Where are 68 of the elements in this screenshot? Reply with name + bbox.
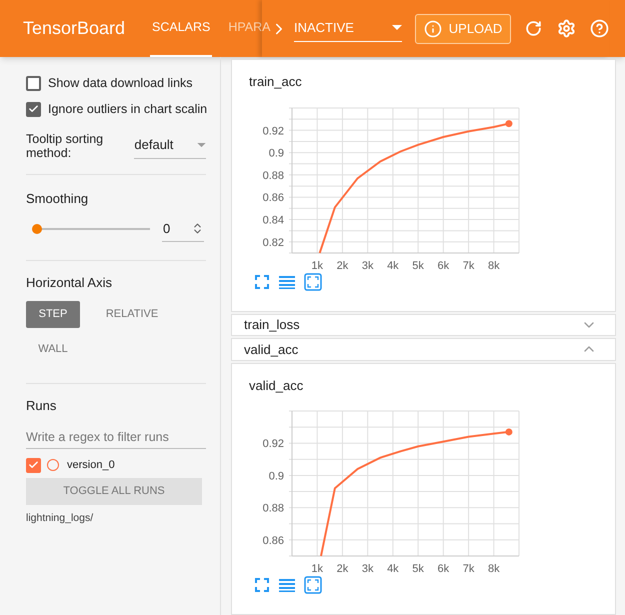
x-tick-label: 4k <box>387 563 399 575</box>
x-tick-label: 6k <box>438 563 450 575</box>
settings-icon[interactable] <box>557 19 576 38</box>
checkbox-option[interactable]: Ignore outliers in chart scalin <box>26 100 208 118</box>
x-tick-label: 2k <box>336 260 348 272</box>
x-tick-label: 3k <box>362 563 374 575</box>
group-header[interactable]: train_loss <box>231 314 616 336</box>
y-tick-label: 0.9 <box>268 147 284 160</box>
axis-option[interactable]: STEP <box>26 300 80 328</box>
end-point-marker <box>505 120 512 127</box>
upload-button[interactable]: UPLOAD <box>415 14 511 44</box>
end-point-marker <box>505 428 512 436</box>
nav-tab[interactable]: SCALARS <box>150 0 212 57</box>
info-icon <box>424 20 442 38</box>
fit-domain-icon[interactable] <box>304 576 322 594</box>
fit-domain-icon[interactable] <box>304 272 322 290</box>
help-icon[interactable] <box>590 19 609 38</box>
lines-icon[interactable] <box>278 577 296 593</box>
y-tick-label: 0.88 <box>262 502 284 515</box>
y-tick-label: 0.92 <box>262 124 284 137</box>
tooltip-sorting-label: Tooltip sorting method: <box>26 132 104 160</box>
y-tick-label: 0.82 <box>262 236 284 248</box>
y-tick-label: 0.84 <box>262 214 284 226</box>
chart-title: train_acc <box>248 73 303 91</box>
y-tick-label: 0.9 <box>268 470 284 482</box>
x-tick-label: 3k <box>362 260 374 272</box>
x-tick-label: 5k <box>412 563 424 575</box>
x-tick-label: 8k <box>488 563 500 575</box>
x-tick-label: 8k <box>488 260 500 272</box>
sorting-dropdown[interactable]: default <box>134 132 206 158</box>
y-tick-label: 0.92 <box>262 438 284 450</box>
fullscreen-icon[interactable] <box>254 577 270 593</box>
checkbox[interactable] <box>26 102 41 117</box>
y-tick-label: 0.86 <box>262 534 284 547</box>
run-checkbox[interactable] <box>26 458 41 473</box>
x-tick-label: 1k <box>311 563 324 575</box>
axis-option[interactable]: WALL <box>26 336 80 362</box>
checkbox[interactable] <box>26 76 41 91</box>
run-filter-field[interactable]: Write a regex to filter runs <box>26 425 206 449</box>
smoothing-input[interactable]: 0 <box>162 216 204 242</box>
app-title: TensorBoard <box>22 17 126 40</box>
x-tick-label: 7k <box>462 563 474 575</box>
refresh-icon[interactable] <box>525 20 542 37</box>
smoothing-label: Smoothing <box>26 190 90 208</box>
caret-icon <box>197 142 206 148</box>
log-directory: lightning_logs/ <box>26 510 94 526</box>
run-dropdown[interactable]: INACTIVE <box>294 16 402 42</box>
x-tick-label: 7k <box>462 260 474 272</box>
x-tick-label: 1k <box>311 260 324 272</box>
group-header[interactable]: valid_acc <box>231 338 616 360</box>
lines-icon[interactable] <box>278 274 296 290</box>
smoothing-slider[interactable] <box>34 223 150 235</box>
caret-icon <box>392 25 402 31</box>
slider-thumb[interactable] <box>32 224 42 234</box>
x-tick-label: 5k <box>412 260 424 272</box>
y-tick-label: 0.88 <box>262 169 284 182</box>
x-tick-label: 4k <box>387 260 399 272</box>
chart-title: valid_acc <box>248 376 304 395</box>
toggle-runs-button[interactable]: TOGGLE ALL RUNS <box>26 478 202 504</box>
runs-label: Runs <box>26 396 58 414</box>
checkbox-option[interactable]: Show data download links <box>26 74 193 93</box>
y-tick-label: 0.86 <box>262 192 284 204</box>
axis-option[interactable]: RELATIVE <box>93 300 171 328</box>
fullscreen-icon[interactable] <box>254 274 270 290</box>
x-tick-label: 2k <box>336 563 348 575</box>
horizontal-axis-label: Horizontal Axis <box>26 274 113 292</box>
run-name: version_0 <box>67 458 115 473</box>
x-tick-label: 6k <box>438 260 450 272</box>
